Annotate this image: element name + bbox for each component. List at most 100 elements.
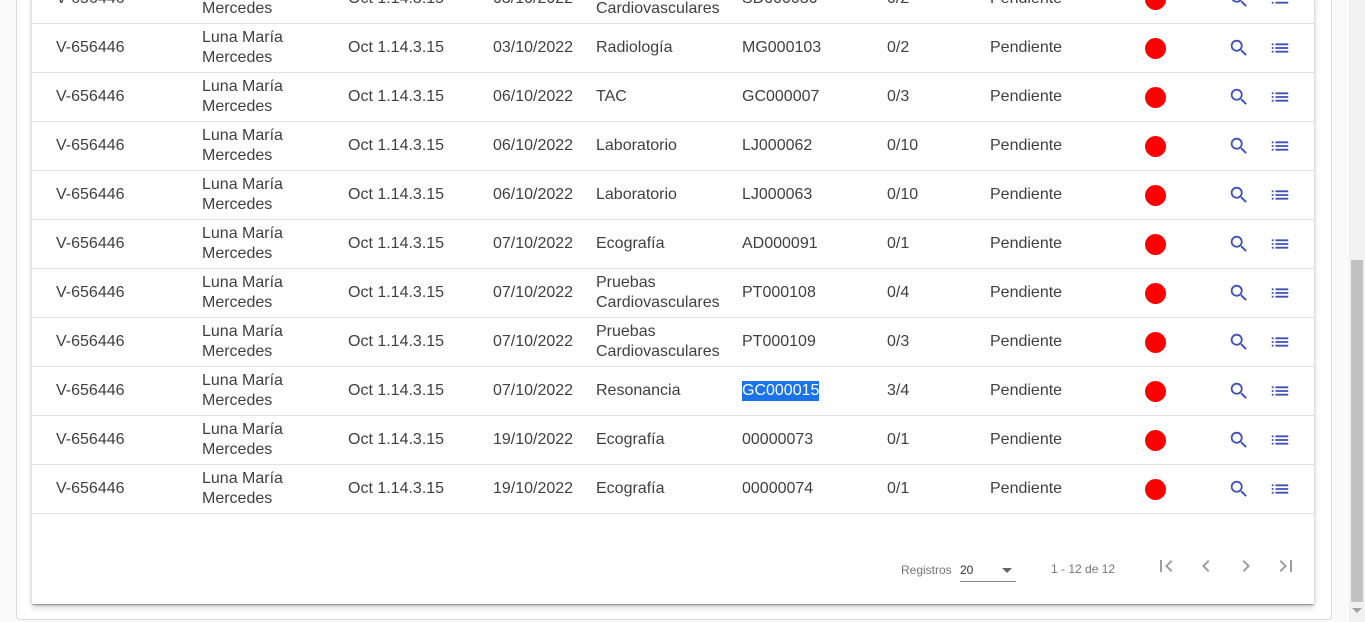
status-cell: Pendiente (990, 333, 1063, 350)
results-table-card: V-656446 Luna María Mercedes Oct 1.14.3.15… (32, 0, 1314, 604)
view-details-button[interactable] (1227, 281, 1251, 305)
list-details-button[interactable] (1268, 134, 1292, 158)
status-dot (1145, 283, 1166, 304)
list-details-button[interactable] (1268, 330, 1292, 354)
study-code-cell: SD000030 (742, 0, 882, 23)
date-cell: 07/10/2022 (493, 235, 574, 252)
next-page-button[interactable] (1232, 552, 1260, 580)
status-dot (1145, 185, 1166, 206)
status-cell: Pendiente (990, 39, 1063, 56)
previous-page-button[interactable] (1192, 552, 1220, 580)
progress-count-cell: 3/4 (887, 382, 910, 399)
progress-count-cell: 0/2 (887, 39, 910, 56)
date-cell: 03/10/2022 (493, 39, 574, 56)
view-details-button[interactable] (1227, 36, 1251, 60)
patient-id-cell: V-656446 (56, 382, 125, 399)
oct-code-cell: Oct 1.14.3.15 (348, 88, 445, 105)
scrollbar-thumb[interactable] (1351, 260, 1363, 602)
table-row: V-656446 Luna María Mercedes Oct 1.14.3.15… (32, 122, 1314, 171)
view-details-button[interactable] (1227, 232, 1251, 256)
date-cell: 06/10/2022 (493, 88, 574, 105)
view-details-button[interactable] (1227, 183, 1251, 207)
progress-count-cell: 0/2 (887, 0, 977, 23)
list-details-button[interactable] (1268, 428, 1292, 452)
first-page-button[interactable] (1152, 552, 1180, 580)
status-cell: Pendiente (990, 431, 1063, 448)
table-row: V-656446 Luna María Mercedes Oct 1.14.3.15… (32, 0, 1314, 24)
study-type-cell: Ecografía (596, 235, 665, 252)
oct-code-cell: Oct 1.14.3.15 (348, 382, 445, 399)
list-details-button[interactable] (1268, 0, 1292, 11)
progress-count-cell: 0/3 (887, 88, 910, 105)
search-icon (1230, 480, 1247, 497)
list-icon (1271, 386, 1289, 396)
list-details-button[interactable] (1268, 281, 1292, 305)
list-icon (1271, 484, 1289, 494)
view-details-button[interactable] (1227, 477, 1251, 501)
table-row: V-656446 Luna María Mercedes Oct 1.14.3.15… (32, 416, 1314, 465)
study-code-text: 00000074 (742, 480, 814, 497)
table-row: V-656446 Luna María Mercedes Oct 1.14.3.15… (32, 171, 1314, 220)
patient-id-cell: V-656446 (56, 284, 125, 301)
list-details-button[interactable] (1268, 36, 1292, 60)
study-type-cell: Resonancia (596, 382, 681, 399)
status-dot (1145, 38, 1166, 59)
progress-count-cell: 0/4 (887, 284, 910, 301)
study-code-cell: MG000103 (742, 24, 882, 72)
date-cell: 19/10/2022 (493, 480, 574, 497)
study-code-text: AD000091 (742, 235, 818, 252)
patient-name-cell: Luna María Mercedes (202, 470, 283, 507)
date-cell: 07/10/2022 (493, 333, 574, 350)
list-icon (1271, 288, 1289, 298)
study-code-cell: GC000015 (742, 367, 882, 415)
page-scrollbar[interactable] (1349, 0, 1365, 622)
patient-name-cell: Luna María Mercedes (202, 78, 283, 115)
study-type-cell: Ecografía (596, 431, 665, 448)
date-cell: 19/10/2022 (493, 431, 574, 448)
patient-id-cell: V-656446 (56, 137, 125, 154)
list-icon (1271, 1, 1289, 4)
study-code-cell: 00000073 (742, 416, 882, 464)
next-page-icon (1242, 560, 1250, 572)
oct-code-cell: Oct 1.14.3.15 (348, 333, 445, 350)
search-icon (1230, 333, 1247, 350)
oct-code-cell: Oct 1.14.3.15 (348, 284, 445, 301)
view-details-button[interactable] (1227, 0, 1251, 11)
view-details-button[interactable] (1227, 134, 1251, 158)
status-dot (1145, 479, 1166, 500)
previous-page-icon (1202, 560, 1210, 572)
view-details-button[interactable] (1227, 379, 1251, 403)
progress-count-cell: 0/1 (887, 480, 910, 497)
search-icon (1230, 431, 1247, 448)
list-details-button[interactable] (1268, 232, 1292, 256)
study-code-cell: AD000091 (742, 220, 882, 268)
oct-code-cell: Oct 1.14.3.15 (348, 235, 445, 252)
study-code-text: LJ000062 (742, 137, 813, 154)
study-type-cell: Laboratorio (596, 186, 677, 203)
patient-id-cell: V-656446 (56, 186, 125, 203)
status-dot (1145, 136, 1166, 157)
view-details-button[interactable] (1227, 85, 1251, 109)
scroll-down-arrow-icon[interactable] (1352, 608, 1362, 613)
table-row: V-656446 Luna María Mercedes Oct 1.14.3.15… (32, 318, 1314, 367)
first-page-icon (1160, 560, 1173, 572)
status-cell: Pendiente (990, 480, 1063, 497)
date-cell: 07/10/2022 (493, 284, 574, 301)
view-details-button[interactable] (1227, 428, 1251, 452)
study-type-cell: Laboratorio (596, 137, 677, 154)
study-type-cell: Pruebas Cardiovasculares (596, 0, 720, 17)
list-details-button[interactable] (1268, 379, 1292, 403)
study-code-text: SD000030 (742, 0, 818, 9)
status-dot (1145, 0, 1166, 10)
page-size-select[interactable]: 20 (960, 556, 1016, 582)
list-details-button[interactable] (1268, 85, 1292, 109)
list-details-button[interactable] (1268, 477, 1292, 501)
study-type-cell: Radiología (596, 39, 673, 56)
view-details-button[interactable] (1227, 330, 1251, 354)
progress-count-cell: 0/1 (887, 431, 910, 448)
patient-name-cell: Luna María Mercedes (202, 176, 283, 213)
list-details-button[interactable] (1268, 183, 1292, 207)
date-cell: 06/10/2022 (493, 137, 574, 154)
list-icon (1271, 239, 1289, 249)
last-page-button[interactable] (1272, 552, 1300, 580)
